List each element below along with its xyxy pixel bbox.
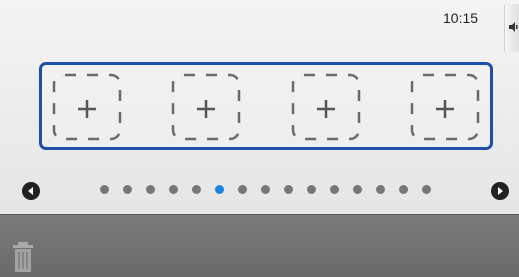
widget-panel [39,62,493,150]
page-dot[interactable] [261,185,270,194]
bottom-bar [0,214,519,277]
arrow-right-icon [498,187,503,195]
page-dot[interactable] [192,185,201,194]
widget-slot-4[interactable] [409,72,481,142]
plus-icon [52,73,122,141]
widget-slot-1[interactable] [51,72,123,142]
prev-page-button[interactable] [22,182,40,200]
plus-icon [291,73,361,141]
side-panel-tab[interactable] [504,4,519,52]
arrow-left-icon [28,187,33,195]
page-dot[interactable] [307,185,316,194]
page-dot[interactable] [422,185,431,194]
next-page-button[interactable] [491,182,509,200]
page-dot[interactable] [353,185,362,194]
page-dot[interactable] [376,185,385,194]
widget-slot-3[interactable] [290,72,362,142]
page-dot[interactable] [100,185,109,194]
speaker-icon [509,22,518,32]
page-dot[interactable] [284,185,293,194]
status-clock: 10:15 [443,10,479,26]
plus-icon [410,73,480,141]
widget-slot-2[interactable] [170,72,242,142]
page-dot[interactable] [238,185,247,194]
plus-icon [171,73,241,141]
trash-icon[interactable] [12,242,34,272]
page-dot-active[interactable] [215,185,224,194]
page-dot[interactable] [123,185,132,194]
page-dot[interactable] [330,185,339,194]
page-dot[interactable] [169,185,178,194]
home-screen: 10:15 [0,0,519,277]
page-dot[interactable] [399,185,408,194]
page-dot[interactable] [146,185,155,194]
